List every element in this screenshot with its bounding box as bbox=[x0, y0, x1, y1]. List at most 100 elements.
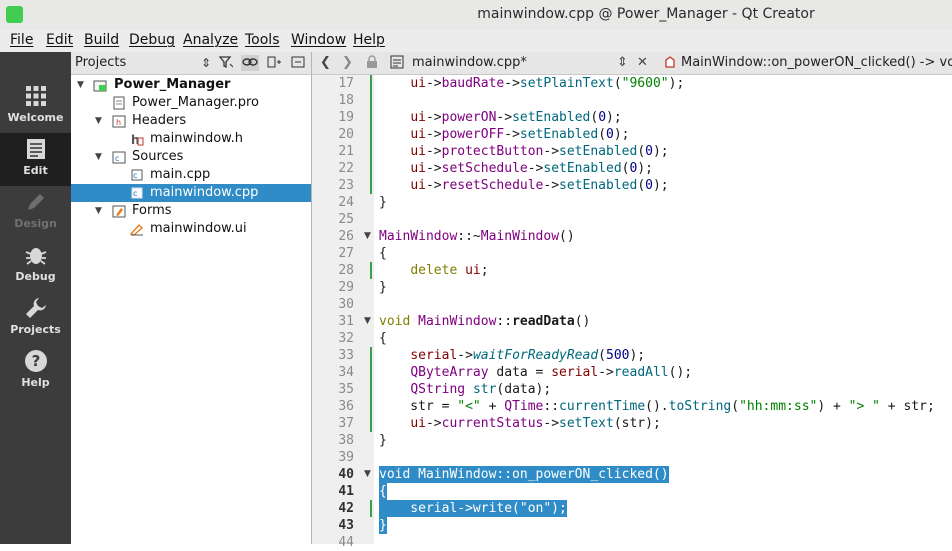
code-line[interactable]: } bbox=[374, 279, 952, 296]
tree-item-power-manager[interactable]: ▼ Power_Manager bbox=[71, 76, 311, 94]
code-line[interactable] bbox=[374, 211, 952, 228]
header-file-icon: h bbox=[131, 133, 144, 146]
updown-icon[interactable]: ⇕ bbox=[617, 55, 628, 70]
code-line[interactable] bbox=[374, 296, 952, 313]
menu-edit[interactable]: Edit bbox=[46, 32, 73, 48]
code-line[interactable]: ui->currentStatus->setText(str); bbox=[374, 415, 952, 432]
tree-label: Power_Manager.pro bbox=[132, 95, 259, 110]
code-line[interactable]: serial->waitForReadyRead(500); bbox=[374, 347, 952, 364]
code-line[interactable]: ui->setSchedule->setEnabled(0); bbox=[374, 160, 952, 177]
code-line[interactable]: ui->protectButton->setEnabled(0); bbox=[374, 143, 952, 160]
tree-item-mainwindow-cpp[interactable]: c mainwindow.cpp bbox=[71, 184, 311, 202]
change-marker bbox=[370, 160, 372, 177]
line-number: 27 bbox=[338, 246, 354, 261]
menu-tools[interactable]: Tools bbox=[245, 32, 280, 48]
tree-item-forms[interactable]: ▼ Forms bbox=[71, 202, 311, 220]
line-number-gutter: 17 18 19 20 21 22 23 24 25 26 ▼ 27 28 29 30 31 ▼ 32 33 34 35… bbox=[312, 75, 374, 550]
caret-down-icon[interactable]: ▼ bbox=[77, 76, 87, 94]
code-line[interactable]: { bbox=[374, 330, 952, 347]
tree-item-mainwindow-ui[interactable]: mainwindow.ui bbox=[71, 220, 311, 238]
tree-item-pro-file[interactable]: Power_Manager.pro bbox=[71, 94, 311, 112]
back-arrow-icon[interactable]: ❮ bbox=[320, 55, 331, 70]
close-file-icon[interactable]: ✕ bbox=[637, 55, 648, 70]
tree-item-main-cpp[interactable]: c main.cpp bbox=[71, 166, 311, 184]
lock-icon[interactable] bbox=[366, 55, 378, 73]
fold-caret-icon[interactable]: ▼ bbox=[364, 231, 371, 241]
menu-build[interactable]: Build bbox=[84, 32, 119, 48]
code-line[interactable] bbox=[374, 534, 952, 551]
code-line[interactable]: { bbox=[374, 245, 952, 262]
code-line[interactable]: QByteArray data = serial->readAll(); bbox=[374, 364, 952, 381]
menu-window[interactable]: Window bbox=[291, 32, 346, 48]
mode-help[interactable]: ? Help bbox=[0, 345, 71, 398]
window-title: mainwindow.cpp @ Power_Manager - Qt Crea… bbox=[477, 6, 815, 22]
change-marker bbox=[370, 381, 372, 398]
code-line[interactable] bbox=[374, 92, 952, 109]
forms-folder-icon bbox=[112, 205, 126, 218]
code-editor[interactable]: ui->baudRate->setPlainText("9600"); ui->… bbox=[374, 75, 952, 544]
mode-label: Edit bbox=[23, 164, 48, 177]
forward-arrow-icon[interactable]: ❯ bbox=[342, 55, 353, 70]
code-line[interactable]: void MainWindow::readData() bbox=[374, 313, 952, 330]
code-line[interactable]: serial->write("on"); bbox=[374, 500, 952, 517]
code-line[interactable] bbox=[374, 449, 952, 466]
code-line[interactable]: str = "<" + QTime::currentTime().toStrin… bbox=[374, 398, 952, 415]
editor-toolbar: ❮ ❯ mainwindow.cpp* ⇕ ✕ MainWindow::on_p… bbox=[312, 52, 952, 75]
menu-analyze[interactable]: Analyze bbox=[183, 32, 238, 48]
code-line[interactable]: QString str(data); bbox=[374, 381, 952, 398]
fold-caret-icon[interactable]: ▼ bbox=[364, 316, 371, 326]
code-line[interactable]: void MainWindow::on_powerON_clicked() bbox=[374, 466, 952, 483]
sync-link-icon[interactable] bbox=[241, 55, 259, 71]
mode-debug[interactable]: Debug bbox=[0, 239, 71, 292]
code-line[interactable]: MainWindow::~MainWindow() bbox=[374, 228, 952, 245]
mode-edit[interactable]: Edit bbox=[0, 133, 71, 186]
line-number: 37 bbox=[338, 416, 354, 431]
tree-item-sources[interactable]: ▼ c Sources bbox=[71, 148, 311, 166]
tree-item-headers[interactable]: ▼ h Headers bbox=[71, 112, 311, 130]
question-icon: ? bbox=[24, 350, 47, 372]
symbol-selector[interactable]: MainWindow::on_powerON_clicked() -> void bbox=[681, 55, 952, 70]
code-text: delete ui; bbox=[410, 263, 489, 278]
fold-caret-icon[interactable]: ▼ bbox=[364, 469, 371, 479]
mode-welcome[interactable]: Welcome bbox=[0, 80, 71, 133]
svg-text:c: c bbox=[115, 154, 119, 163]
tree-item-mainwindow-h[interactable]: h mainwindow.h bbox=[71, 130, 311, 148]
code-line[interactable]: ui->powerON->setEnabled(0); bbox=[374, 109, 952, 126]
code-line[interactable]: ui->resetSchedule->setEnabled(0); bbox=[374, 177, 952, 194]
caret-down-icon[interactable]: ▼ bbox=[95, 112, 105, 130]
code-text: ui->protectButton->setEnabled(0); bbox=[410, 144, 669, 159]
menu-file[interactable]: File bbox=[10, 32, 33, 48]
caret-down-icon[interactable]: ▼ bbox=[95, 148, 105, 166]
menu-help[interactable]: Help bbox=[353, 32, 385, 48]
filter-icon[interactable] bbox=[217, 55, 235, 71]
code-line[interactable]: ui->powerOFF->setEnabled(0); bbox=[374, 126, 952, 143]
mode-projects[interactable]: Projects bbox=[0, 292, 71, 345]
line-number: 43 bbox=[338, 518, 354, 533]
line-number: 40 bbox=[338, 467, 354, 482]
file-icon bbox=[390, 55, 404, 73]
caret-down-icon[interactable]: ▼ bbox=[95, 202, 105, 220]
line-number: 30 bbox=[338, 297, 354, 312]
line-number: 18 bbox=[338, 93, 354, 108]
updown-icon[interactable]: ⇕ bbox=[197, 55, 215, 71]
code-line[interactable]: ui->baudRate->setPlainText("9600"); bbox=[374, 75, 952, 92]
line-number: 19 bbox=[338, 110, 354, 125]
split-icon[interactable] bbox=[265, 55, 283, 71]
line-number: 25 bbox=[338, 212, 354, 227]
menu-debug[interactable]: Debug bbox=[129, 32, 175, 48]
code-line[interactable]: } bbox=[374, 432, 952, 449]
line-number: 31 bbox=[338, 314, 354, 329]
view-selector[interactable]: Projects bbox=[75, 55, 126, 70]
code-line[interactable]: delete ui; bbox=[374, 262, 952, 279]
code-text: ui->setSchedule->setEnabled(0); bbox=[410, 161, 653, 176]
mode-label: Help bbox=[21, 376, 50, 389]
mode-design[interactable]: Design bbox=[0, 186, 71, 239]
code-line[interactable]: { bbox=[374, 483, 952, 500]
line-number: 41 bbox=[338, 484, 354, 499]
code-line[interactable]: } bbox=[374, 194, 952, 211]
open-file-tab[interactable]: mainwindow.cpp* bbox=[412, 55, 527, 70]
cpp-file-icon: c bbox=[131, 169, 143, 181]
code-line[interactable]: } bbox=[374, 517, 952, 534]
close-panel-icon[interactable] bbox=[289, 55, 307, 71]
projects-panel-header: Projects ⇕ bbox=[71, 52, 311, 75]
